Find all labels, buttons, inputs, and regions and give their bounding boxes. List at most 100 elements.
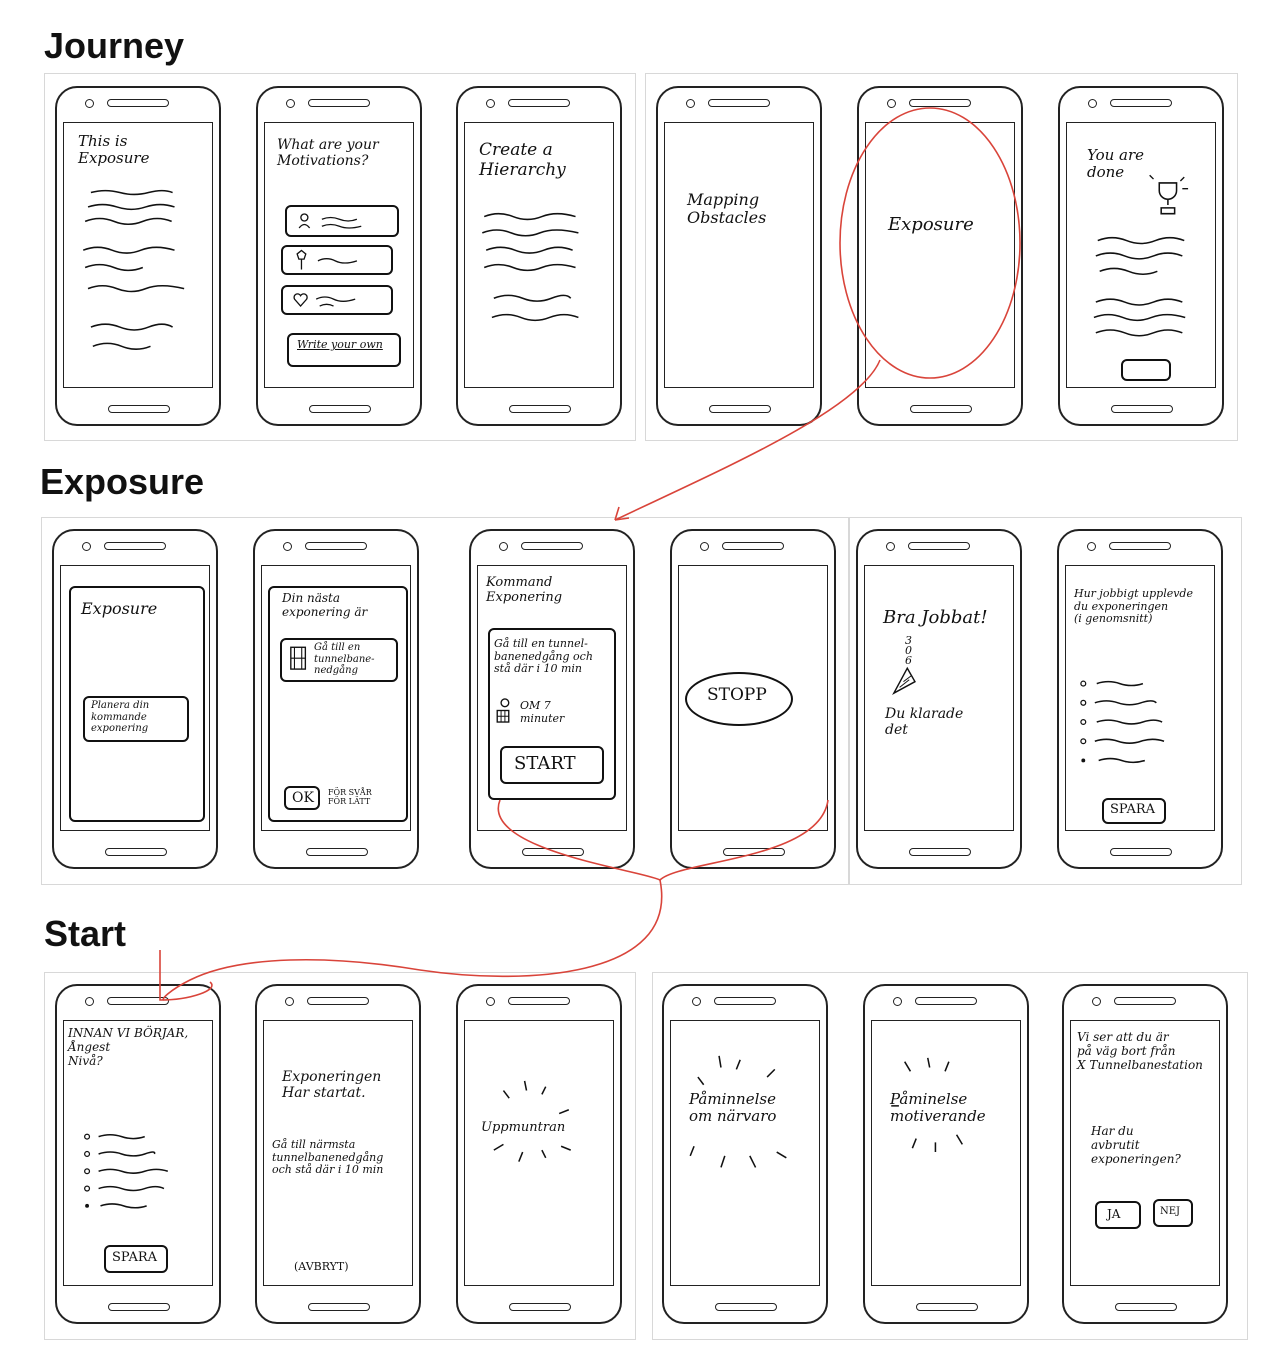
camera-icon	[700, 542, 709, 551]
journey-phone-1: This is Exposure	[55, 86, 221, 426]
start-phone-5: Påminelse motiverande	[863, 984, 1029, 1324]
difficulty-options[interactable]: FÖR SVÅR FÖR LÄTT	[328, 788, 372, 806]
home-button	[308, 1303, 370, 1311]
camera-icon	[486, 99, 495, 108]
exposure-phone-6: Hur jobbigt upplevde du exponeringen (i …	[1057, 529, 1223, 869]
section-title-journey: Journey	[44, 25, 185, 66]
camera-icon	[1092, 997, 1101, 1006]
home-button	[1110, 848, 1172, 856]
save-button[interactable]: SPARA	[104, 1245, 168, 1273]
home-button	[916, 1303, 978, 1311]
continue-button[interactable]	[1121, 359, 1171, 381]
stop-label: STOPP	[707, 685, 767, 705]
phone-screen: INNAN VI BÖRJAR, Ångest Nivå? SPARA	[63, 1020, 213, 1286]
home-button	[309, 405, 371, 413]
phone-screen: Kommand Exponering Gå till en tunnel- ba…	[477, 565, 627, 831]
camera-icon	[82, 542, 91, 551]
motivation-option-2[interactable]	[281, 245, 393, 275]
stop-button[interactable]: STOPP	[685, 672, 793, 726]
camera-icon	[85, 997, 94, 1006]
write-your-own-button[interactable]: Write your own	[287, 333, 401, 367]
speaker-icon	[1110, 99, 1172, 107]
screen-title: Exposure	[81, 599, 158, 618]
camera-icon	[1088, 99, 1097, 108]
exposure-task-text: Gå till en tunnel- banenedgång och stå d…	[494, 637, 593, 676]
home-button	[910, 405, 972, 413]
journey-phone-6: You are done	[1058, 86, 1224, 426]
camera-icon	[686, 99, 695, 108]
speaker-icon	[305, 542, 367, 550]
home-button	[1115, 1303, 1177, 1311]
next-exposure-label: Gå till en tunnelbane- nedgång	[314, 642, 375, 676]
screen-title: Mapping Obstacles	[687, 190, 767, 228]
home-button	[715, 1303, 777, 1311]
camera-icon	[1087, 542, 1096, 551]
exposure-phone-1: Exposure Planera din kommande exponering	[52, 529, 218, 869]
no-button[interactable]: NEJ	[1153, 1199, 1193, 1227]
exposure-phone-3: Kommand Exponering Gå till en tunnel- ba…	[469, 529, 635, 869]
save-label: SPARA	[112, 1250, 158, 1265]
camera-icon	[887, 99, 896, 108]
save-button[interactable]: SPARA	[1102, 798, 1166, 824]
speaker-icon	[909, 99, 971, 107]
camera-icon	[886, 542, 895, 551]
start-phone-6: Vi ser att du är på väg bort från X Tunn…	[1062, 984, 1228, 1324]
plan-exposure-button[interactable]: Planera din kommande exponering	[83, 696, 189, 742]
ok-button[interactable]: OK	[284, 786, 320, 810]
phone-screen: STOPP	[678, 565, 828, 831]
motivational-reminder-text: Påminelse motiverande	[890, 1090, 986, 1126]
screen-title: Exponeringen Har startat.	[282, 1069, 382, 1102]
screen-title: Hur jobbigt upplevde du exponeringen (i …	[1074, 587, 1193, 626]
home-button	[306, 848, 368, 856]
party-horn-icon	[892, 666, 916, 695]
screen-title: Kommand Exponering	[486, 575, 563, 605]
screen-title: Bra Jobbat!	[883, 607, 988, 628]
progress-count: 3 0 6	[905, 634, 912, 667]
yes-label: JA	[1107, 1207, 1121, 1221]
exposure-phone-5: Bra Jobbat! 3 0 6 Du klarade det	[856, 529, 1022, 869]
screen-title: Create a Hierarchy	[479, 140, 566, 180]
timer-text: OM 7 minuter	[520, 699, 565, 725]
exposure-phone-4: STOPP	[670, 529, 836, 869]
camera-icon	[692, 997, 701, 1006]
heart-icon	[293, 293, 356, 308]
camera-icon	[486, 997, 495, 1006]
screen-title: INNAN VI BÖRJAR, Ångest Nivå?	[68, 1026, 189, 1068]
camera-icon	[283, 542, 292, 551]
speaker-icon	[1109, 542, 1171, 550]
phone-screen: Exponeringen Har startat. Gå till närmst…	[263, 1020, 413, 1286]
home-button	[709, 405, 771, 413]
home-button	[723, 848, 785, 856]
start-phone-4: Påminnelse om närvaro	[662, 984, 828, 1324]
plan-exposure-label: Planera din kommande exponering	[91, 700, 150, 734]
person-icon	[298, 213, 362, 229]
journey-phone-4: Mapping Obstacles	[656, 86, 822, 426]
section-title-start: Start	[44, 913, 127, 954]
camera-icon	[286, 99, 295, 108]
home-button	[509, 405, 571, 413]
speaker-icon	[714, 997, 776, 1005]
motivation-option-1[interactable]	[285, 205, 399, 237]
home-button	[509, 1303, 571, 1311]
no-label: NEJ	[1160, 1206, 1181, 1217]
camera-icon	[893, 997, 902, 1006]
phone-screen: Påminelse motiverande	[871, 1020, 1021, 1286]
home-button	[522, 848, 584, 856]
cancel-link[interactable]: (AVBRYT)	[294, 1260, 349, 1274]
speaker-icon	[307, 997, 369, 1005]
phone-screen: Exposure Planera din kommande exponering	[60, 565, 210, 831]
ok-label: OK	[292, 790, 314, 806]
phone-screen: Mapping Obstacles	[664, 122, 814, 388]
screen-body: Gå till närmsta tunnelbanenedgång och st…	[272, 1138, 384, 1177]
yes-button[interactable]: JA	[1095, 1201, 1141, 1229]
motivation-option-3[interactable]	[281, 285, 393, 315]
location-warning-text: Vi ser att du är på väg bort från X Tunn…	[1077, 1030, 1203, 1072]
start-button[interactable]: START	[500, 746, 604, 784]
home-button	[1111, 405, 1173, 413]
burst-lines-icon	[493, 1080, 571, 1162]
speaker-icon	[722, 542, 784, 550]
speaker-icon	[708, 99, 770, 107]
next-exposure-card[interactable]: Gå till en tunnelbane- nedgång	[280, 638, 398, 682]
speaker-icon	[107, 997, 169, 1005]
screen-title: This is Exposure	[78, 132, 150, 168]
